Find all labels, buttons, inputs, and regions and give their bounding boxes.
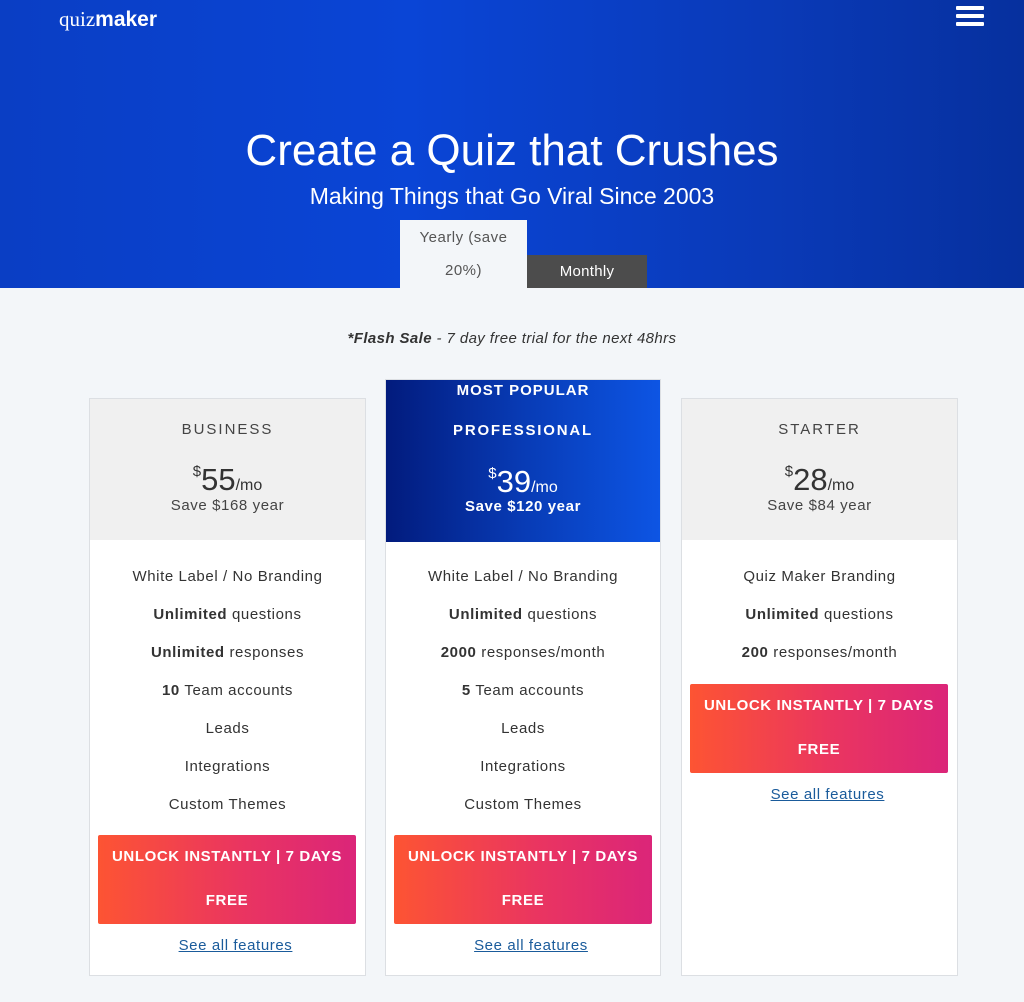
- feature-item: Integrations: [184, 758, 271, 775]
- see-all-features-link[interactable]: See all features: [682, 786, 957, 803]
- price-amount: 55: [201, 462, 236, 497]
- cta-line2: FREE: [501, 892, 545, 909]
- tab-yearly-label-line2: 20%): [444, 262, 483, 279]
- cta-line1: UNLOCK INSTANTLY | 7 DAYS: [703, 697, 935, 714]
- menu-bar: [956, 14, 984, 18]
- feature-item: 5 Team accounts: [461, 682, 585, 699]
- currency-symbol: $: [192, 463, 202, 480]
- feature-item: Leads: [205, 720, 250, 737]
- plan-price: $55/mo: [90, 455, 365, 503]
- feature-list: White Label / No Branding Unlimited ques…: [386, 567, 660, 833]
- price-period: /mo: [531, 479, 558, 496]
- plan-card-starter: STARTER $28/mo Save $84 year Quiz Maker …: [681, 398, 958, 976]
- feature-list: White Label / No Branding Unlimited ques…: [90, 567, 365, 833]
- menu-bar: [956, 6, 984, 10]
- price-period: /mo: [827, 477, 855, 494]
- plan-header: STARTER $28/mo Save $84 year: [682, 399, 957, 540]
- plan-header: BUSINESS $55/mo Save $168 year: [90, 399, 365, 540]
- hero-banner: quizmaker Create a Quiz that Crushes Mak…: [0, 0, 1024, 288]
- currency-symbol: $: [784, 463, 794, 480]
- unlock-trial-button[interactable]: UNLOCK INSTANTLY | 7 DAYS FREE: [690, 684, 948, 773]
- flash-sale-label: *Flash Sale: [347, 330, 432, 347]
- feature-item: Integrations: [480, 758, 566, 775]
- cta-line2: FREE: [205, 892, 249, 909]
- page-title: Create a Quiz that Crushes: [245, 126, 779, 175]
- feature-item: 200 responses/month: [741, 644, 898, 661]
- price-amount: 28: [793, 462, 828, 497]
- feature-item: Unlimited questions: [448, 606, 598, 623]
- plan-name: PROFESSIONAL: [453, 422, 593, 439]
- plan-name: STARTER: [778, 421, 861, 438]
- feature-item: Unlimited responses: [150, 644, 305, 661]
- feature-item: Quiz Maker Branding: [743, 568, 896, 585]
- feature-item: White Label / No Branding: [427, 568, 619, 585]
- plan-header: MOST POPULAR PROFESSIONAL $39/mo Save $1…: [386, 380, 660, 542]
- feature-item: Custom Themes: [464, 796, 582, 813]
- cta-line1: UNLOCK INSTANTLY | 7 DAYS: [111, 848, 343, 865]
- logo-bold-text: maker: [95, 8, 158, 31]
- cta-line1: UNLOCK INSTANTLY | 7 DAYS: [407, 848, 639, 865]
- most-popular-badge: MOST POPULAR: [456, 382, 590, 399]
- feature-item: 2000 responses/month: [440, 644, 606, 661]
- hamburger-menu-icon[interactable]: [956, 6, 984, 28]
- plan-price: $28/mo: [682, 455, 957, 503]
- plan-savings: Save $168 year: [170, 497, 285, 514]
- page-subtitle: Making Things that Go Viral Since 2003: [309, 183, 715, 209]
- feature-item: Unlimited questions: [153, 606, 302, 623]
- feature-item: Leads: [501, 720, 545, 737]
- price-amount: 39: [496, 464, 532, 499]
- flash-sale-text: - 7 day free trial for the next 48hrs: [431, 330, 677, 347]
- unlock-trial-button[interactable]: UNLOCK INSTANTLY | 7 DAYS FREE: [394, 835, 652, 924]
- feature-item: Unlimited questions: [745, 606, 894, 623]
- see-all-features-link[interactable]: See all features: [90, 937, 365, 954]
- tab-yearly[interactable]: Yearly (save 20%): [400, 220, 527, 288]
- price-period: /mo: [235, 477, 263, 494]
- plan-savings: Save $84 year: [767, 497, 872, 514]
- feature-item: 10 Team accounts: [161, 682, 294, 699]
- plan-card-business: BUSINESS $55/mo Save $168 year White Lab…: [89, 398, 366, 976]
- plan-savings: Save $120 year: [465, 498, 581, 515]
- flash-sale-notice: *Flash Sale - 7 day free trial for the n…: [0, 330, 1024, 347]
- currency-symbol: $: [488, 465, 497, 482]
- feature-item: White Label / No Branding: [132, 568, 323, 585]
- quizmaker-logo[interactable]: quizmaker: [59, 6, 157, 32]
- cta-line2: FREE: [797, 741, 841, 758]
- feature-item: Custom Themes: [168, 796, 287, 813]
- plan-card-professional: MOST POPULAR PROFESSIONAL $39/mo Save $1…: [385, 379, 661, 976]
- logo-light-text: quiz: [59, 7, 96, 31]
- menu-bar: [956, 22, 984, 26]
- feature-list: Quiz Maker Branding Unlimited questions …: [682, 567, 957, 681]
- tab-monthly[interactable]: Monthly: [527, 255, 647, 288]
- plan-name: BUSINESS: [181, 421, 274, 438]
- see-all-features-link[interactable]: See all features: [386, 937, 660, 954]
- unlock-trial-button[interactable]: UNLOCK INSTANTLY | 7 DAYS FREE: [98, 835, 356, 924]
- tab-yearly-label-line1: Yearly (save: [419, 229, 508, 246]
